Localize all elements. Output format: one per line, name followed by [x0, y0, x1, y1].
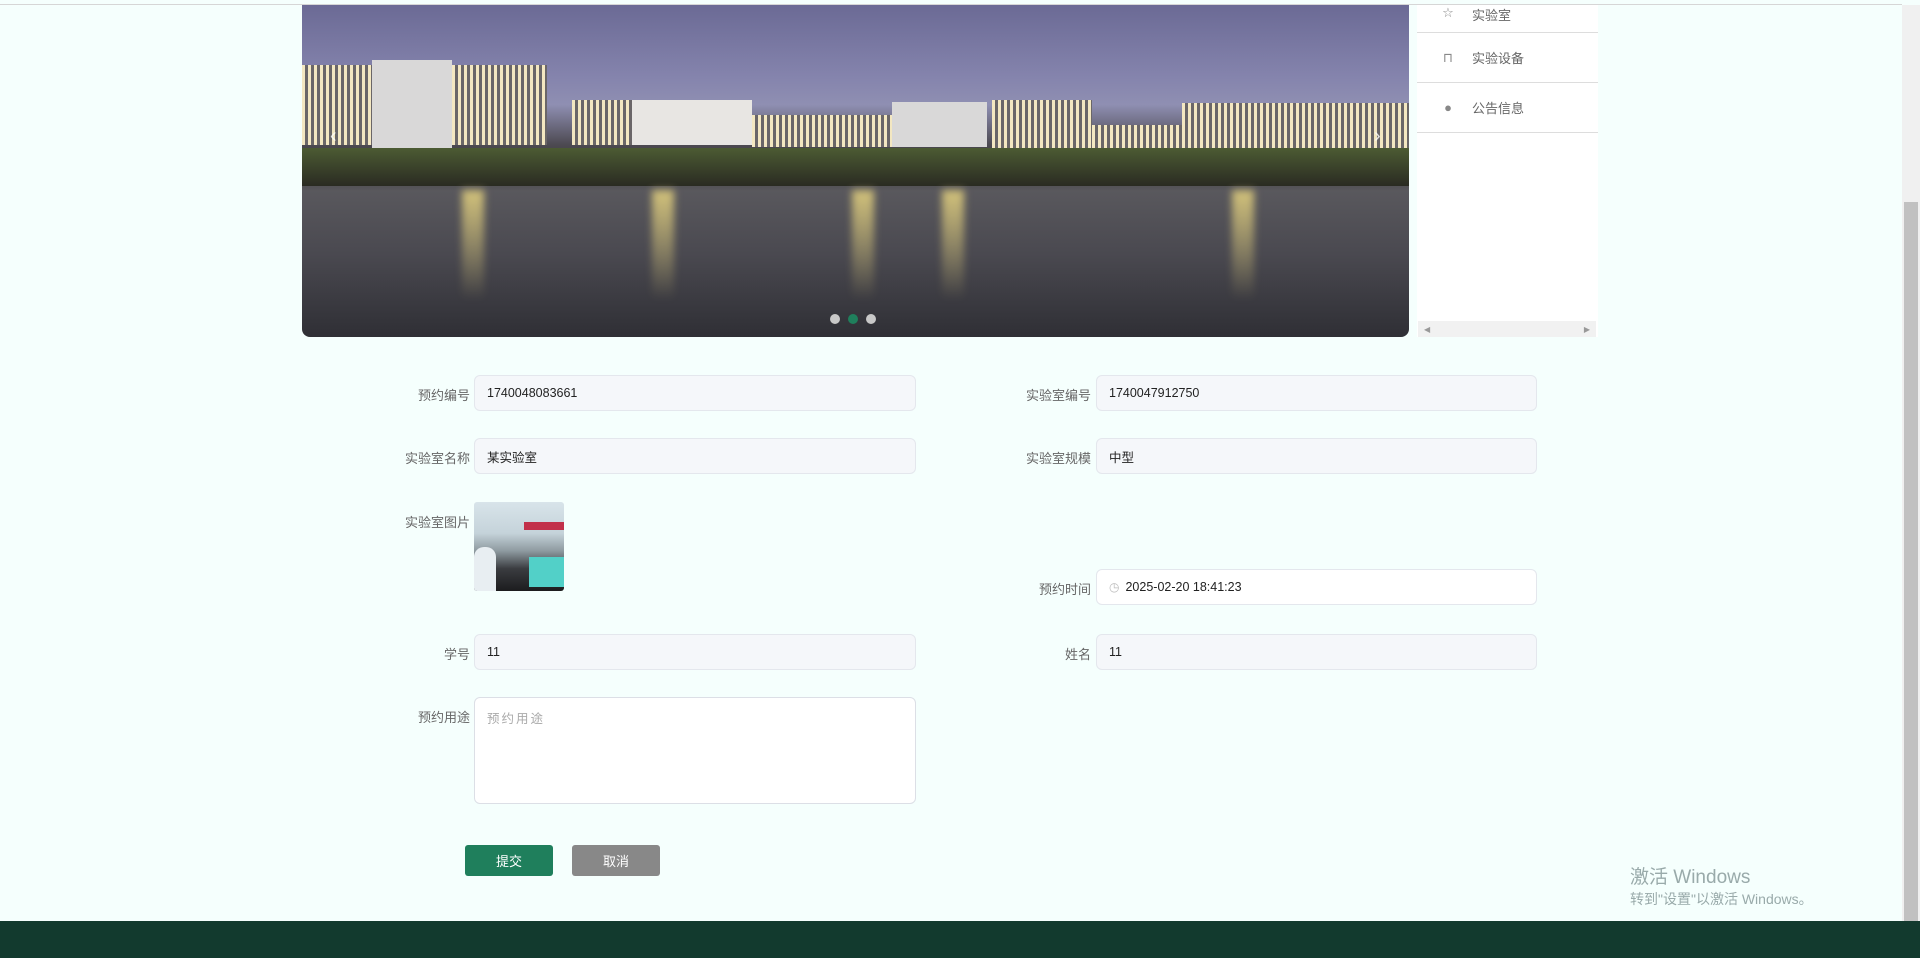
booking-no-input[interactable]: 1740048083661 — [474, 375, 916, 411]
submit-button[interactable]: 提交 — [465, 845, 553, 876]
clock-icon: ◷ — [1109, 580, 1120, 594]
purpose-textarea[interactable]: 预约用途 — [474, 697, 916, 804]
sidebar-item-label: 实验室 — [1472, 8, 1512, 23]
carousel-dot-3[interactable] — [866, 314, 876, 324]
light-reflection — [852, 190, 874, 300]
lab-scale-label: 实验室规模 — [1025, 451, 1091, 466]
lab-no-label: 实验室编号 — [1025, 388, 1091, 403]
sidebar-item-label: 实验设备 — [1472, 51, 1525, 66]
light-reflection — [1232, 190, 1254, 300]
booking-time-picker[interactable]: ◷ 2025-02-20 18:41:23 — [1096, 569, 1537, 605]
sidebar-menu: ☆ 实验室 ⊓ 实验设备 ● 公告信息 — [1417, 5, 1598, 337]
scroll-left-icon[interactable]: ◀ — [1424, 325, 1430, 334]
building — [892, 102, 987, 147]
carousel-dot-1[interactable] — [830, 314, 840, 324]
light-reflection — [942, 190, 964, 300]
star-icon: ☆ — [1442, 5, 1454, 20]
light-reflection — [652, 190, 674, 300]
light-reflection — [462, 190, 484, 300]
carousel-prev-arrow[interactable]: ‹ — [330, 125, 337, 148]
name-input[interactable]: 11 — [1096, 634, 1537, 670]
banner-carousel[interactable]: ‹ › — [302, 5, 1409, 337]
footer — [0, 921, 1920, 958]
building — [992, 100, 1092, 148]
purpose-label: 预约用途 — [417, 710, 470, 725]
windows-activation-subtitle: 转到"设置"以激活 Windows。 — [1630, 891, 1813, 907]
lab-image-label: 实验室图片 — [404, 515, 470, 530]
building — [632, 100, 752, 145]
student-no-label: 学号 — [443, 647, 470, 662]
scroll-right-icon[interactable]: ▶ — [1584, 325, 1590, 334]
booking-time-label: 预约时间 — [1038, 582, 1091, 597]
name-label: 姓名 — [1064, 647, 1091, 662]
alert-icon: ● — [1444, 100, 1452, 115]
image-detail — [529, 557, 564, 587]
building — [372, 60, 452, 150]
lab-name-label: 实验室名称 — [404, 451, 470, 466]
lab-no-input[interactable]: 1740047912750 — [1096, 375, 1537, 411]
page-scrollbar[interactable] — [1902, 5, 1920, 921]
image-detail — [524, 522, 564, 530]
scrollbar-thumb[interactable] — [1904, 202, 1918, 921]
sidebar-item-label: 公告信息 — [1472, 101, 1525, 116]
lab-image[interactable] — [474, 502, 564, 591]
booking-time-value: 2025-02-20 18:41:23 — [1125, 580, 1242, 594]
cancel-button[interactable]: 取消 — [572, 845, 660, 876]
sidebar-item-lab[interactable]: ☆ 实验室 — [1417, 5, 1598, 33]
lab-name-input[interactable]: 某实验室 — [474, 438, 916, 474]
windows-activation-title: 激活 Windows — [1630, 867, 1751, 888]
image-detail — [474, 547, 496, 591]
carousel-next-arrow[interactable]: › — [1374, 125, 1381, 148]
sidebar-item-equipment[interactable]: ⊓ 实验设备 — [1417, 33, 1598, 83]
tree-line — [302, 148, 1409, 186]
student-no-input[interactable]: 11 — [474, 634, 916, 670]
sidebar-horizontal-scrollbar[interactable]: ◀ ▶ — [1418, 321, 1596, 337]
booking-no-label: 预约编号 — [417, 388, 470, 403]
bag-icon: ⊓ — [1442, 49, 1454, 65]
carousel-indicators — [830, 314, 876, 324]
lab-scale-input[interactable]: 中型 — [1096, 438, 1537, 474]
carousel-dot-2[interactable] — [848, 314, 858, 324]
sidebar-item-notice[interactable]: ● 公告信息 — [1417, 83, 1598, 133]
